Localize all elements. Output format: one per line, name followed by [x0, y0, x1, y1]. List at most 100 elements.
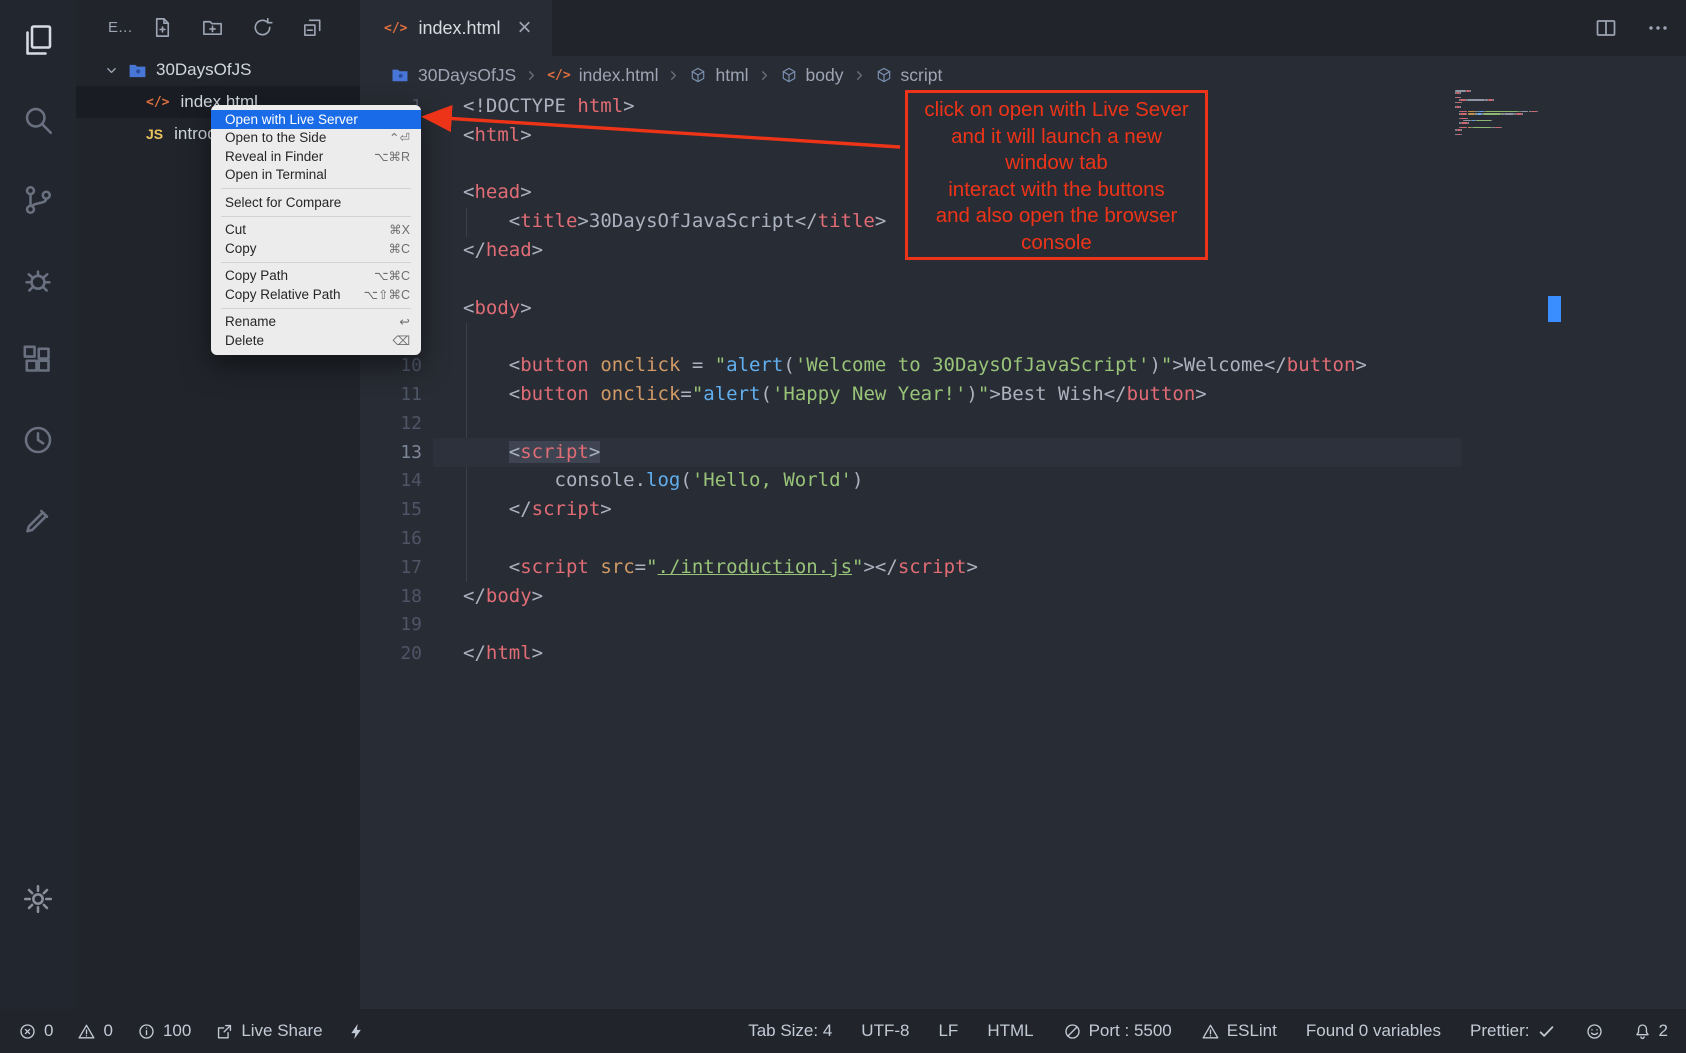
tree-root-folder[interactable]: 30DaysOfJS — [76, 54, 360, 86]
minimap-segment — [1460, 92, 1461, 94]
menu-item-reveal-in-finder[interactable]: Reveal in Finder⌥⌘R — [211, 147, 421, 166]
breadcrumb-label: script — [901, 65, 943, 86]
code-line-13[interactable]: <script> — [463, 438, 600, 467]
line-number-17: 17 — [360, 553, 422, 582]
chevron-down-icon — [104, 63, 119, 78]
code-line-18[interactable]: </body> — [463, 582, 543, 611]
code-line-10[interactable]: <button onclick = "alert('Welcome to 30D… — [463, 351, 1367, 380]
code-line-20[interactable]: </html> — [463, 639, 543, 668]
line-number-19: 19 — [360, 610, 422, 639]
search-icon[interactable] — [20, 102, 56, 138]
menu-item-label: Open in Terminal — [225, 167, 327, 182]
tab-close-icon[interactable]: × — [518, 16, 532, 40]
status-info-count[interactable]: 100 — [137, 1021, 191, 1041]
minimap-segment — [1461, 134, 1462, 136]
minimap[interactable] — [1455, 90, 1547, 160]
line-number-12: 12 — [360, 409, 422, 438]
annotation-text: interact with the buttons — [908, 177, 1205, 204]
scrollbar-marker[interactable] — [1548, 296, 1561, 322]
status-live-share[interactable]: Live Share — [215, 1021, 322, 1041]
menu-item-label: Rename — [225, 314, 276, 329]
menu-item-open-to-the-side[interactable]: Open to the Side⌃⏎ — [211, 129, 421, 148]
breadcrumb-body[interactable]: body — [780, 65, 844, 86]
status-quick-action[interactable] — [347, 1022, 366, 1041]
breadcrumb-script[interactable]: script — [875, 65, 943, 86]
minimap-segment — [1461, 129, 1462, 131]
collapse-folders-icon[interactable] — [301, 16, 324, 39]
bell-icon — [1633, 1022, 1652, 1041]
code-line-6[interactable]: </head> — [463, 236, 543, 265]
explorer-icon[interactable] — [20, 22, 56, 58]
code-line-4[interactable]: <head> — [463, 178, 532, 207]
menu-item-shortcut: ⌘X — [389, 222, 410, 237]
status-label: 2 — [1659, 1021, 1668, 1041]
code-line-11[interactable]: <button onclick="alert('Happy New Year!'… — [463, 380, 1207, 409]
history-icon[interactable] — [20, 422, 56, 458]
snippets-icon[interactable] — [20, 502, 56, 538]
annotation-text: console — [908, 230, 1205, 257]
chevron-right-icon — [852, 68, 867, 83]
status-problems-errors[interactable]: 0 — [18, 1021, 53, 1041]
code-line-8[interactable]: <body> — [463, 294, 532, 323]
menu-item-cut[interactable]: Cut⌘X — [211, 221, 421, 240]
root-folder-label: 30DaysOfJS — [156, 60, 251, 80]
new-file-icon[interactable] — [151, 16, 174, 39]
run-debug-icon[interactable] — [20, 262, 56, 298]
status-prettier[interactable]: Prettier: — [1470, 1021, 1556, 1041]
menu-item-shortcut: ⌃⏎ — [389, 130, 410, 145]
status-notifications[interactable]: 2 — [1633, 1021, 1668, 1041]
code-line-2[interactable]: <html> — [463, 121, 532, 150]
status-tab-size[interactable]: Tab Size: 4 — [748, 1021, 832, 1041]
breadcrumb-html[interactable]: html — [689, 65, 748, 86]
line-number-18: 18 — [360, 582, 422, 611]
status-port[interactable]: Port : 5500 — [1063, 1021, 1172, 1041]
status-language-mode[interactable]: HTML — [987, 1021, 1033, 1041]
js-file-icon: JS — [146, 126, 163, 142]
menu-item-rename[interactable]: Rename↩ — [211, 313, 421, 332]
chevron-right-icon — [757, 68, 772, 83]
menu-item-select-for-compare[interactable]: Select for Compare — [211, 193, 421, 212]
check-icon — [1537, 1022, 1556, 1041]
status-feedback[interactable] — [1585, 1022, 1604, 1041]
line-number-16: 16 — [360, 524, 422, 553]
status-eol[interactable]: LF — [938, 1021, 958, 1041]
code-line-14[interactable]: console.log('Hello, World') — [463, 466, 863, 495]
menu-item-shortcut: ⌫ — [392, 333, 410, 348]
status-variables[interactable]: Found 0 variables — [1306, 1021, 1441, 1041]
status-encoding[interactable]: UTF-8 — [861, 1021, 909, 1041]
line-number-20: 20 — [360, 639, 422, 668]
code-line-5[interactable]: <title>30DaysOfJavaScript</title> — [463, 207, 886, 236]
menu-separator — [221, 216, 411, 217]
extensions-icon[interactable] — [20, 342, 56, 378]
more-actions-icon[interactable] — [1646, 16, 1670, 40]
menu-item-label: Copy — [225, 241, 257, 256]
menu-item-copy[interactable]: Copy⌘C — [211, 239, 421, 258]
menu-item-copy-relative-path[interactable]: Copy Relative Path⌥⇧⌘C — [211, 285, 421, 304]
breadcrumb-index-html[interactable]: </>index.html — [547, 65, 658, 86]
tab-index-html[interactable]: </> index.html × — [360, 0, 552, 56]
split-editor-icon[interactable] — [1594, 16, 1618, 40]
source-control-icon[interactable] — [20, 182, 56, 218]
menu-item-label: Open with Live Server — [225, 112, 358, 127]
minimap-segment — [1460, 99, 1465, 101]
breadcrumb-30daysofjs[interactable]: 30DaysOfJS — [390, 65, 516, 86]
settings-gear-icon[interactable] — [20, 881, 56, 917]
menu-item-delete[interactable]: Delete⌫ — [211, 331, 421, 350]
menu-item-copy-path[interactable]: Copy Path⌥⌘C — [211, 267, 421, 286]
menu-separator — [221, 308, 411, 309]
status-eslint[interactable]: ESLint — [1201, 1021, 1277, 1041]
line-number-11: 11 — [360, 380, 422, 409]
status-problems-warnings[interactable]: 0 — [77, 1021, 112, 1041]
code-line-1[interactable]: <!DOCTYPE html> — [463, 92, 635, 121]
menu-item-label: Reveal in Finder — [225, 149, 323, 164]
status-label: HTML — [987, 1021, 1033, 1041]
symbol-cube-icon — [689, 66, 707, 84]
menu-item-label: Copy Path — [225, 268, 288, 283]
refresh-explorer-icon[interactable] — [251, 16, 274, 39]
new-folder-icon[interactable] — [201, 16, 224, 39]
line-number-13: 13 — [360, 438, 422, 467]
code-line-15[interactable]: </script> — [463, 495, 612, 524]
code-line-17[interactable]: <script src="./introduction.js"></script… — [463, 553, 978, 582]
menu-item-open-with-live-server[interactable]: Open with Live Server — [211, 110, 421, 129]
menu-item-open-in-terminal[interactable]: Open in Terminal — [211, 166, 421, 185]
